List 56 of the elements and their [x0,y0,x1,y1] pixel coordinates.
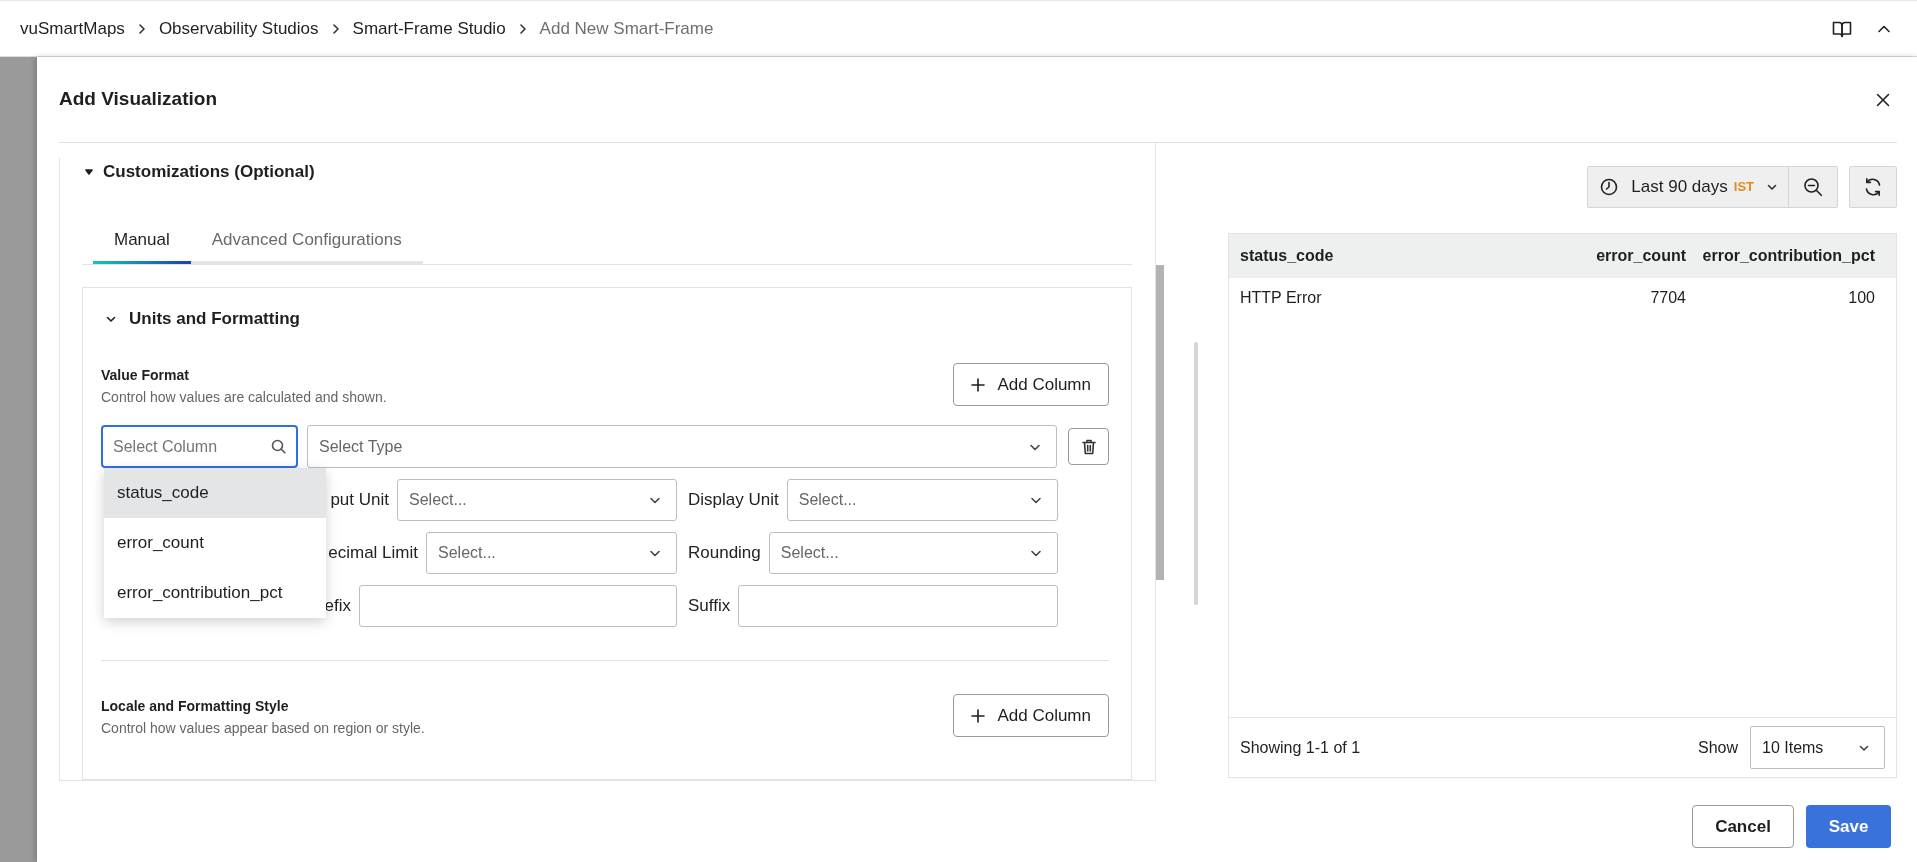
add-column-button[interactable]: Add Column [953,363,1109,406]
text-field[interactable] [738,585,1058,627]
save-button[interactable]: Save [1806,805,1891,848]
select-field[interactable]: Select... [768,532,1058,574]
field-label: ecimal Limit [328,542,418,565]
modal-title: Add Visualization [59,87,218,112]
scrollbar[interactable] [1194,342,1198,605]
scrollbar[interactable] [1156,265,1164,580]
group-description: Control how values appear based on region or style. [101,719,425,738]
field-label: Display Unit [688,489,779,512]
column-search-field[interactable]: Select Column [101,425,298,468]
field-label: efix [324,595,351,618]
table-cell-text: 7704 [1649,288,1686,308]
breadcrumb-link[interactable]: Add New Smart-Frame [539,15,714,42]
group-title: Value Format [101,366,190,385]
select-field[interactable]: Select Type [307,425,1057,468]
column-header[interactable]: status_code [1240,244,1506,268]
text-field[interactable] [359,585,677,627]
refresh-icon [1863,177,1883,197]
page-size-select[interactable]: 10 Items [1750,726,1885,769]
search-icon [271,439,286,454]
add-column-button[interactable]: Add Column [953,694,1109,737]
table-cell-text: HTTP Error [1240,288,1323,308]
group-title: Locale and Formatting Style [101,697,290,716]
dropdown-option[interactable]: error_contribution_pct [104,568,326,618]
dropdown-option[interactable]: status_code [104,468,326,518]
tab[interactable]: Advanced Configurations [190,227,423,264]
column-header[interactable]: error_contribution_pct [1686,244,1875,268]
refresh-button[interactable] [1849,166,1897,208]
breadcrumb-link[interactable]: Smart-Frame Studio [352,15,506,42]
trash-icon [1081,438,1096,455]
cancel-button[interactable]: Cancel [1692,805,1794,848]
zoom-out-icon [1803,177,1823,197]
column-header[interactable]: error_count [1506,244,1686,268]
group-description: Control how values are calculated and shown. [101,388,387,407]
panel-title[interactable]: Units and Formatting [129,306,300,332]
breadcrumb-link[interactable]: vuSmartMaps [20,15,125,42]
select-field[interactable]: Select... [426,532,677,574]
select-field[interactable]: Select... [397,479,677,521]
book-icon [1832,19,1852,38]
tab[interactable]: Manual [93,227,191,264]
dropdown-option[interactable]: error_count [104,518,326,568]
delete-button[interactable] [1068,428,1109,465]
plus-icon [971,708,986,723]
close-icon [1875,91,1891,108]
select-field[interactable]: Select... [786,479,1058,521]
page-size-label: Show [1697,737,1738,758]
table-cell-text: 100 [1847,288,1875,308]
field-label: Rounding [688,542,761,565]
breadcrumb-link[interactable]: Observability Studios [158,15,319,42]
section-title[interactable]: Customizations (Optional) [103,159,315,185]
plus-icon [971,377,986,392]
pagination-summary: Showing 1-1 of 1 [1240,737,1362,758]
field-label: put Unit [330,489,389,512]
field-label: Suffix [688,595,731,618]
clock-icon [1600,178,1619,196]
